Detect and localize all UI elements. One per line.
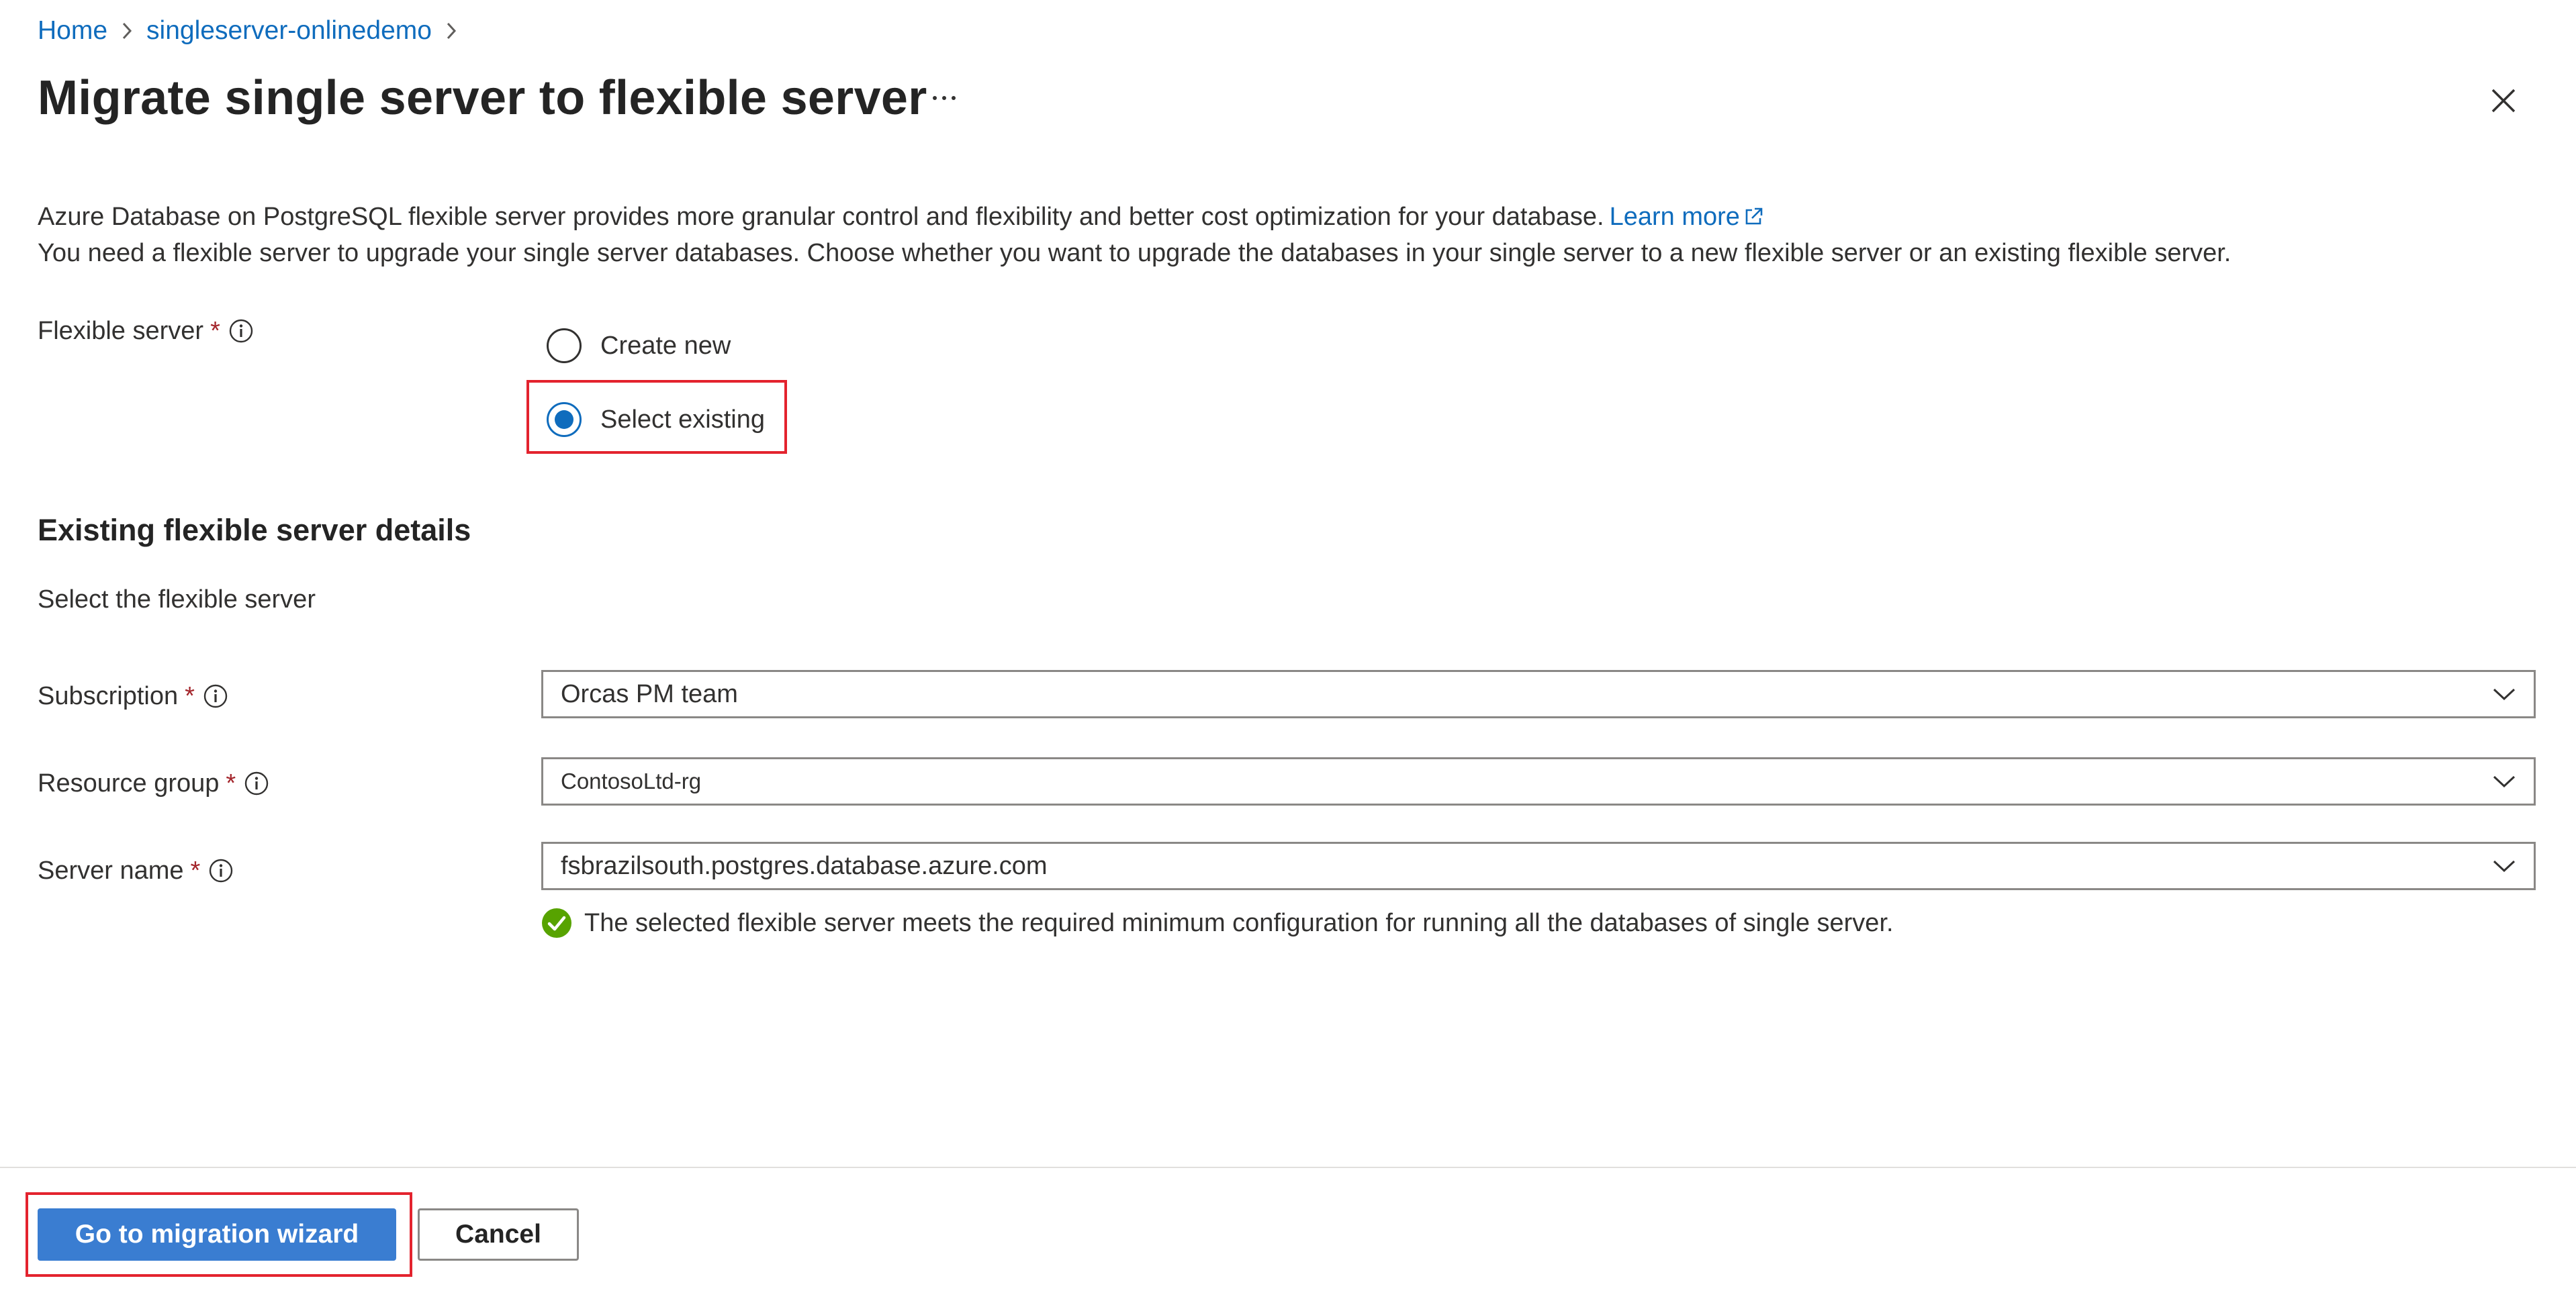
- go-to-migration-wizard-button[interactable]: Go to migration wizard: [38, 1208, 396, 1261]
- intro-line-1: Azure Database on PostgreSQL flexible se…: [38, 199, 2522, 235]
- chevron-down-icon: [2492, 687, 2516, 701]
- section-subtitle: Select the flexible server: [38, 585, 316, 614]
- close-button[interactable]: [2482, 79, 2525, 122]
- page-title: Migrate single server to flexible server: [38, 71, 927, 125]
- radio-selected-dot: [555, 410, 573, 429]
- required-mark: *: [226, 769, 236, 798]
- close-icon: [2491, 89, 2516, 113]
- info-icon[interactable]: [228, 318, 254, 344]
- required-mark: *: [185, 681, 195, 710]
- validation-message-text: The selected flexible server meets the r…: [584, 908, 1894, 937]
- radio-create-new[interactable]: Create new: [547, 322, 731, 369]
- cancel-button[interactable]: Cancel: [418, 1208, 579, 1261]
- radio-create-new-circle[interactable]: [547, 328, 582, 363]
- flexible-server-label: Flexible server *: [38, 313, 254, 349]
- breadcrumb-home-link[interactable]: Home: [38, 16, 107, 46]
- subscription-dropdown[interactable]: Orcas PM team: [541, 670, 2536, 718]
- footer-divider: [0, 1167, 2576, 1168]
- radio-create-new-label: Create new: [600, 331, 731, 360]
- radio-select-existing-circle[interactable]: [547, 402, 582, 437]
- chevron-down-icon: [2492, 775, 2516, 788]
- resource-group-label: Resource group *: [38, 765, 269, 802]
- success-check-icon: [541, 908, 572, 938]
- ellipsis-icon: [933, 96, 956, 100]
- intro-text: Azure Database on PostgreSQL flexible se…: [38, 199, 2522, 271]
- server-name-label: Server name *: [38, 853, 234, 889]
- subscription-value: Orcas PM team: [561, 679, 738, 708]
- server-name-dropdown[interactable]: fsbrazilsouth.postgres.database.azure.co…: [541, 842, 2536, 890]
- more-options-button[interactable]: [925, 79, 963, 117]
- chevron-right-icon: [445, 21, 457, 40]
- server-name-label-text: Server name: [38, 856, 184, 885]
- radio-select-existing-label: Select existing: [600, 405, 766, 434]
- info-icon[interactable]: [208, 858, 234, 883]
- required-mark: *: [190, 856, 201, 885]
- breadcrumb-server-link[interactable]: singleserver-onlinedemo: [146, 16, 432, 46]
- resource-group-value: ContosoLtd-rg: [561, 769, 702, 793]
- chevron-right-icon: [121, 21, 133, 40]
- server-name-value: fsbrazilsouth.postgres.database.azure.co…: [561, 851, 1048, 880]
- learn-more-link[interactable]: Learn more: [1610, 199, 1764, 235]
- info-icon[interactable]: [203, 683, 228, 709]
- required-mark: *: [210, 316, 220, 345]
- learn-more-label: Learn more: [1609, 203, 1740, 231]
- intro-description: Azure Database on PostgreSQL flexible se…: [38, 203, 1604, 231]
- chevron-down-icon: [2492, 859, 2516, 873]
- page: Home singleserver-onlinedemo Migrate sin…: [0, 0, 2576, 1301]
- info-icon[interactable]: [244, 771, 269, 796]
- section-title: Existing flexible server details: [38, 513, 471, 547]
- intro-line-2: You need a flexible server to upgrade yo…: [38, 239, 2232, 267]
- radio-select-existing[interactable]: Select existing: [547, 396, 765, 443]
- flexible-server-label-text: Flexible server: [38, 316, 204, 345]
- resource-group-dropdown[interactable]: ContosoLtd-rg: [541, 757, 2536, 806]
- external-link-icon: [1745, 207, 1763, 225]
- subscription-label-text: Subscription: [38, 681, 179, 710]
- breadcrumb: Home singleserver-onlinedemo: [38, 15, 471, 47]
- validation-message: The selected flexible server meets the r…: [541, 905, 1894, 941]
- resource-group-label-text: Resource group: [38, 769, 220, 798]
- subscription-label: Subscription *: [38, 678, 228, 714]
